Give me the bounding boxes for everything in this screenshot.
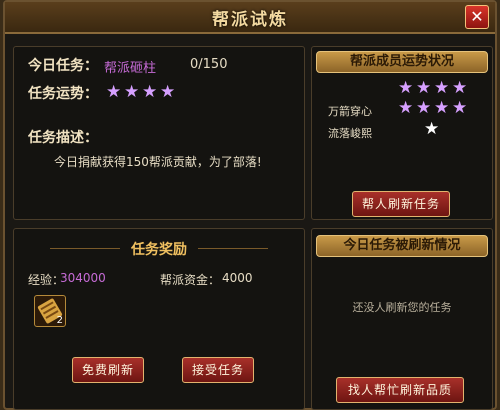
member-star-icon: ★ [416, 78, 432, 98]
trial-window: 帮派试炼 ✕ 今日任务： 帮派砸柱 0/150 任务运势： ★ ★ ★ ★ 任务… [3, 0, 497, 410]
member-name: 流落峻熙 [328, 127, 372, 140]
member-name: 万箭穿心 [328, 105, 372, 118]
member-star-icon: ★ [424, 119, 440, 139]
task-panel: 今日任务： 帮派砸柱 0/150 任务运势： ★ ★ ★ ★ 任务描述： 今日捐… [13, 46, 305, 220]
member-star-icon: ★ [434, 78, 450, 98]
today-task-name: 帮派砸柱 [104, 61, 157, 76]
today-task-label: 今日任务： [28, 58, 98, 74]
title-bar: 帮派试炼 ✕ [5, 2, 495, 34]
refresh-empty-text: 还没人刷新您的任务 [352, 301, 452, 314]
task-progress: 0/150 [190, 57, 228, 72]
task-desc-label: 任务描述： [28, 130, 98, 146]
item-count: 2 [56, 315, 63, 326]
free-refresh-button[interactable]: 免费刷新 [72, 357, 144, 383]
fortune-star-icon: ★ [160, 82, 176, 102]
fortune-star-icon: ★ [124, 82, 140, 102]
window-title: 帮派试炼 [212, 10, 288, 30]
refresh-banner: 今日任务被刷新情况 [316, 235, 488, 257]
help-refresh-button[interactable]: 帮人刷新任务 [352, 191, 450, 217]
reward-item-slot[interactable]: 2 [34, 295, 66, 327]
refresh-panel: 今日任务被刷新情况 还没人刷新您的任务 找人帮忙刷新品质 [311, 228, 493, 410]
members-banner: 帮派成员运势状况 [316, 51, 488, 73]
member-star-icon: ★ [398, 78, 414, 98]
member-star-icon: ★ [398, 98, 414, 118]
member-star-icon: ★ [434, 98, 450, 118]
close-icon: ✕ [470, 7, 484, 26]
fortune-label: 任务运势： [28, 86, 98, 102]
fund-value: 4000 [222, 271, 253, 285]
member-star-icon: ★ [416, 98, 432, 118]
member-star-icon: ★ [452, 98, 468, 118]
accept-task-button[interactable]: 接受任务 [182, 357, 254, 383]
fortune-star-icon: ★ [106, 82, 122, 102]
member-star-icon: ★ [452, 78, 468, 98]
fund-label: 帮派资金： [160, 273, 221, 287]
reward-header: 任务奖励 [131, 242, 187, 258]
fortune-star-icon: ★ [142, 82, 158, 102]
task-desc-text: 今日捐献获得150帮派贡献，为了部落! [54, 155, 262, 169]
close-button[interactable]: ✕ [465, 5, 489, 29]
exp-value: 304000 [60, 271, 106, 285]
members-panel: 帮派成员运势状况 ★ ★ ★ ★ 万箭穿心 ★ ★ ★ ★ 流落峻熙 ★ 帮人刷… [311, 46, 493, 220]
exp-label: 经验： [28, 273, 65, 287]
reward-panel: 任务奖励 经验： 304000 帮派资金： 4000 2 免费刷新 接受任务 [13, 228, 305, 410]
find-help-button[interactable]: 找人帮忙刷新品质 [336, 377, 464, 403]
divider [198, 248, 268, 249]
